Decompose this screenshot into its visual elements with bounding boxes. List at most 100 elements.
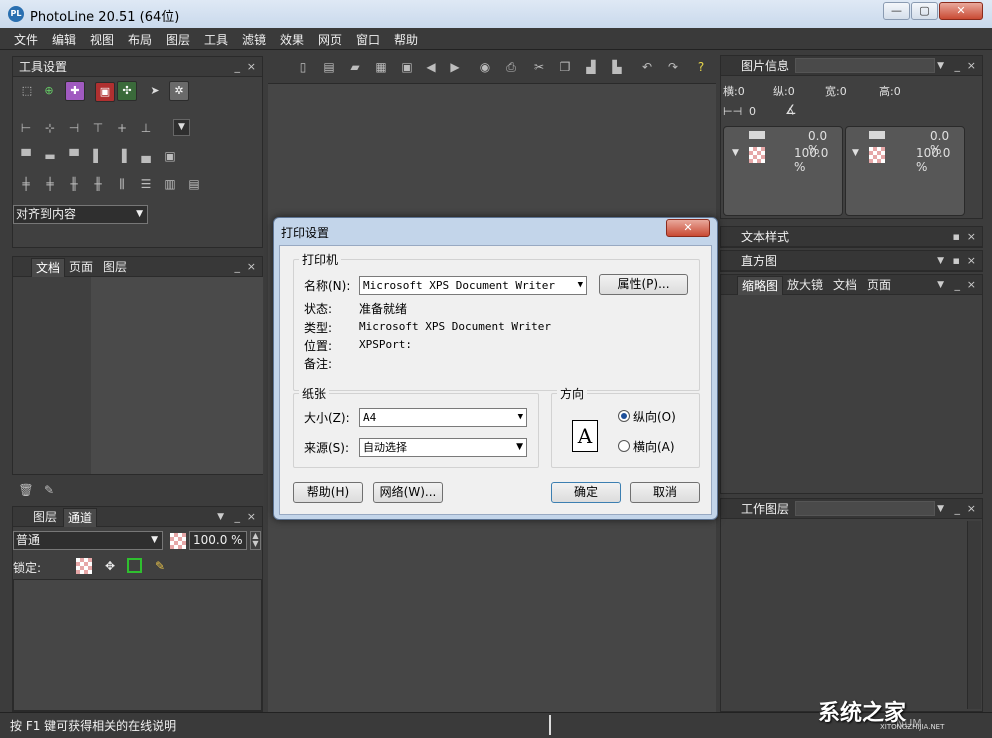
network-button[interactable]: 网络(W)...	[373, 482, 443, 503]
space-even-h-icon[interactable]: ⫼	[113, 175, 131, 193]
space-v1-icon[interactable]: ╫	[65, 175, 83, 193]
restore-button[interactable]: ▢	[911, 2, 938, 20]
paste-icon[interactable]: ▟	[582, 58, 600, 76]
align-vcenter-icon[interactable]: +	[113, 119, 131, 137]
tab-pages[interactable]: 页面	[65, 258, 97, 276]
align-hcenter-icon[interactable]: ⊹	[41, 119, 59, 137]
distribute-center-icon[interactable]: ▣	[161, 147, 179, 165]
minimize-icon[interactable]: _	[955, 275, 961, 295]
redo-icon[interactable]: ↷	[664, 58, 682, 76]
menu-window[interactable]: 窗口	[356, 31, 380, 48]
close-icon[interactable]: ×	[967, 499, 976, 519]
minimize-icon[interactable]: _	[235, 257, 241, 277]
histogram-header[interactable]: 直方图 ▼ ▪ ×	[721, 251, 982, 271]
panel-menu-icon[interactable]: ▼	[937, 251, 944, 271]
close-icon[interactable]: ×	[967, 227, 976, 247]
print-icon[interactable]: ⎙	[502, 58, 520, 76]
lock-move-icon[interactable]: ✥	[101, 557, 119, 575]
distribute-right-icon[interactable]: ▀	[65, 147, 83, 165]
distribute-left-icon[interactable]: ▀	[17, 147, 35, 165]
space-equal-v-icon[interactable]: ▤	[185, 175, 203, 193]
select-icon[interactable]: ⬚	[17, 82, 37, 102]
space-v2-icon[interactable]: ╫	[89, 175, 107, 193]
opacity-stepper[interactable]: ▲ ▼	[250, 531, 261, 550]
new-document-icon[interactable]: ▯	[294, 58, 312, 76]
copy-icon[interactable]: ❐	[556, 58, 574, 76]
cancel-button[interactable]: 取消	[630, 482, 700, 503]
eye-icon[interactable]: ◉	[476, 58, 494, 76]
close-icon[interactable]: ×	[967, 275, 976, 295]
minimize-icon[interactable]: _	[235, 507, 241, 527]
space-equal-h-icon[interactable]: ▥	[161, 175, 179, 193]
scan-icon[interactable]: ▰	[346, 58, 364, 76]
panel-menu-icon[interactable]: ▼	[937, 275, 944, 295]
cursor-icon[interactable]: ➤	[145, 82, 165, 102]
help-button[interactable]: 帮助(H)	[293, 482, 363, 503]
scrollbar[interactable]	[967, 521, 981, 709]
restore-icon[interactable]: ▪	[953, 227, 960, 247]
close-icon[interactable]: ×	[967, 251, 976, 271]
lock-paint-icon[interactable]: ✎	[151, 557, 169, 575]
chevron-down-icon[interactable]: ▼	[852, 148, 859, 158]
chevron-down-icon[interactable]: ▼	[732, 148, 739, 158]
layers-list[interactable]	[13, 579, 262, 711]
help-cursor-icon[interactable]: ?	[692, 58, 710, 76]
printer-name-select[interactable]: Microsoft XPS Document Writer ▼	[359, 276, 587, 295]
distribute-top-icon[interactable]: ▌	[89, 147, 107, 165]
space-h2-icon[interactable]: ╪	[41, 175, 59, 193]
cut-icon[interactable]: ✂	[530, 58, 548, 76]
target-icon[interactable]: ⊕	[39, 82, 59, 102]
align-right-icon[interactable]: ⊣	[65, 119, 83, 137]
menu-effects[interactable]: 效果	[280, 31, 304, 48]
distribute-vcenter-icon[interactable]: ▐	[113, 147, 131, 165]
text-style-header[interactable]: 文本样式 ▪ ×	[721, 227, 982, 247]
align-options-dropdown[interactable]: ▼	[173, 119, 190, 136]
align-bottom-icon[interactable]: ⊥	[137, 119, 155, 137]
close-icon[interactable]: ×	[967, 56, 976, 76]
menu-help[interactable]: 帮助	[394, 31, 418, 48]
close-icon[interactable]: ×	[247, 257, 256, 277]
paper-source-select[interactable]: 自动选择 ▼	[359, 438, 527, 457]
distribute-hcenter-icon[interactable]: ▬	[41, 147, 59, 165]
restore-icon[interactable]: ▪	[953, 251, 960, 271]
close-button[interactable]: ✕	[939, 2, 983, 20]
paste-new-icon[interactable]: ▙	[608, 58, 626, 76]
align-target-select[interactable]: 对齐到内容 ▼	[13, 205, 148, 224]
menu-layer[interactable]: 图层	[166, 31, 190, 48]
minimize-icon[interactable]: _	[235, 57, 241, 77]
panel-menu-icon[interactable]: ▼	[937, 499, 944, 519]
portrait-radio[interactable]	[618, 410, 630, 422]
menu-filter[interactable]: 滤镜	[242, 31, 266, 48]
arrow-left-icon[interactable]: ◀	[422, 58, 440, 76]
save-icon[interactable]: ▣	[398, 58, 416, 76]
color-tool-icon[interactable]: ▣	[95, 82, 115, 102]
trash-icon[interactable]: 🗑	[17, 481, 35, 499]
dialog-close-button[interactable]: ✕	[666, 219, 710, 237]
distribute-bottom-icon[interactable]: ▄	[137, 147, 155, 165]
tab-layers[interactable]: 图层	[29, 508, 61, 526]
blend-mode-select[interactable]: 普通 ▼	[13, 531, 163, 550]
align-left-icon[interactable]: ⊢	[17, 119, 35, 137]
undo-icon[interactable]: ↶	[638, 58, 656, 76]
space-h1-icon[interactable]: ╪	[17, 175, 35, 193]
minimize-icon[interactable]: _	[955, 56, 961, 76]
tab-pages[interactable]: 页面	[863, 276, 895, 294]
minimize-icon[interactable]: _	[955, 499, 961, 519]
panel-menu-icon[interactable]: ▼	[937, 56, 944, 76]
close-icon[interactable]: ×	[247, 507, 256, 527]
tab-channels[interactable]: 通道	[63, 508, 98, 527]
landscape-radio[interactable]	[618, 440, 630, 452]
menu-layout[interactable]: 布局	[128, 31, 152, 48]
gear-icon[interactable]: ✲	[169, 81, 189, 101]
panel-menu-icon[interactable]: ▼	[217, 507, 224, 527]
close-icon[interactable]: ×	[247, 57, 256, 77]
edit-icon[interactable]: ✎	[40, 481, 58, 499]
grid-icon[interactable]: ▦	[372, 58, 390, 76]
grid-tool-icon[interactable]: ✣	[117, 81, 137, 101]
tab-document[interactable]: 文档	[31, 258, 66, 277]
tab-layers[interactable]: 图层	[99, 258, 131, 276]
open-icon[interactable]: ▤	[320, 58, 338, 76]
add-tool-icon[interactable]: ✚	[65, 81, 85, 101]
properties-button[interactable]: 属性(P)...	[599, 274, 688, 295]
menu-edit[interactable]: 编辑	[52, 31, 76, 48]
